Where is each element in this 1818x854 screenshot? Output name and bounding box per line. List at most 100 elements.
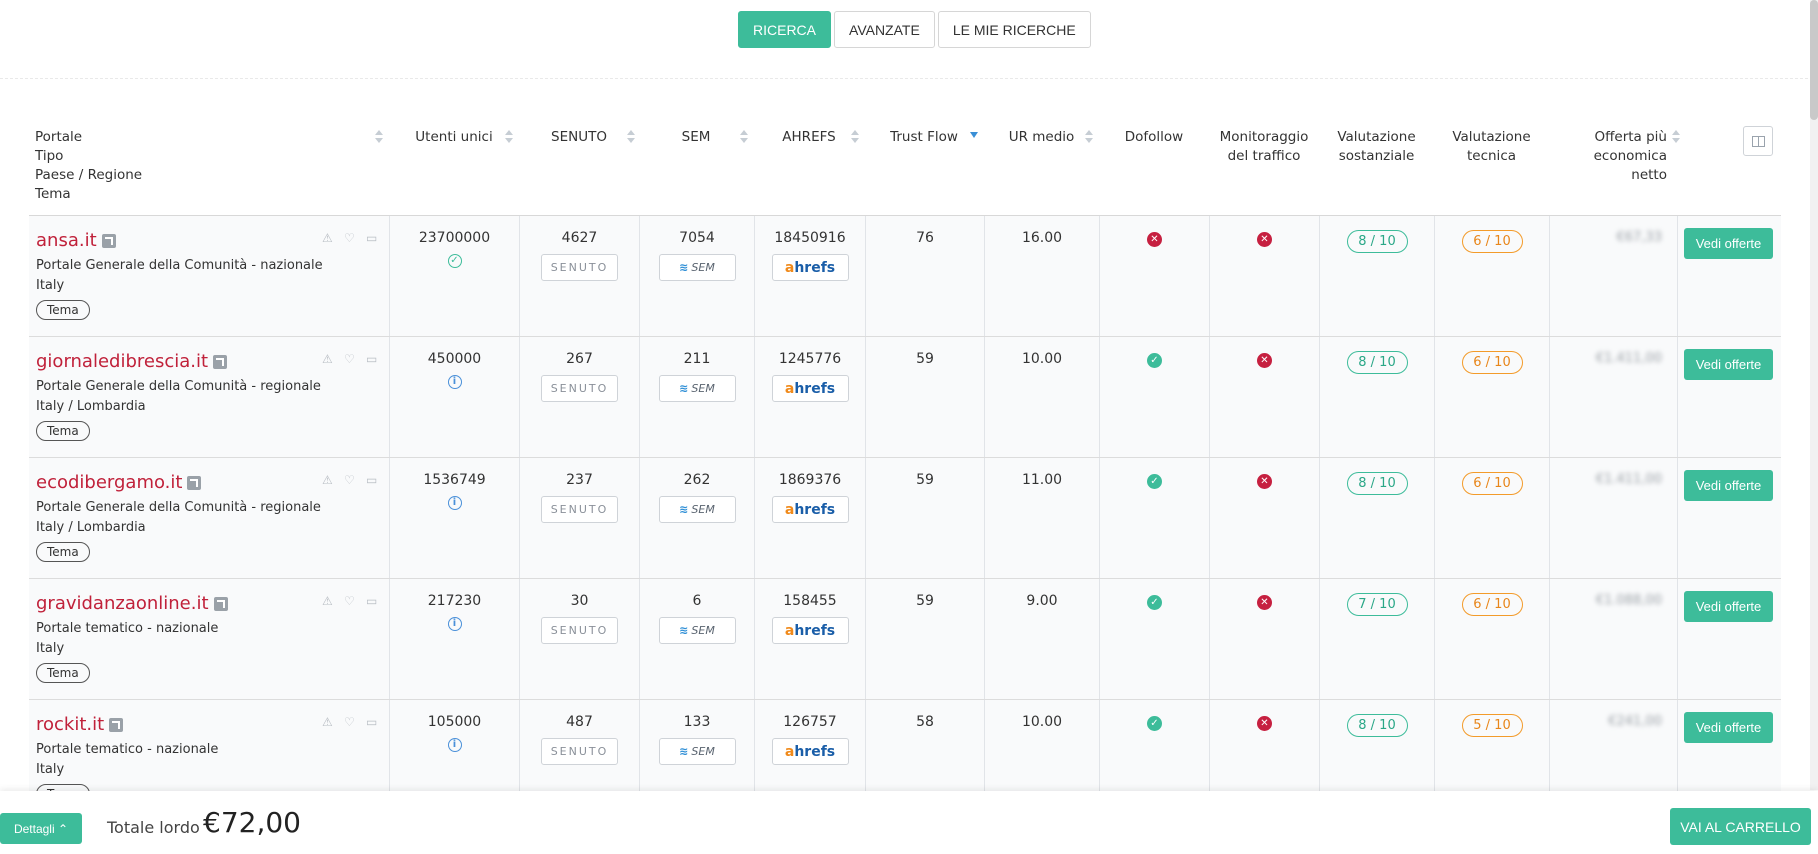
sem-logo-button[interactable]: ≋ SEM <box>658 738 736 765</box>
portal-link[interactable]: gravidanzaonline.it <box>36 593 228 614</box>
sort-senuto-icon[interactable] <box>627 130 635 144</box>
sem-logo-button[interactable]: ≋ SEM <box>658 375 736 402</box>
cell-senuto: 237 SENUTO <box>519 458 639 578</box>
details-button[interactable]: Dettagli ⌃ <box>0 813 82 844</box>
warning-icon[interactable]: ⚠ <box>322 716 335 728</box>
tab-le-mie-ricerche[interactable]: LE MIE RICERCHE <box>937 11 1091 48</box>
header-ur-medio[interactable]: UR medio <box>984 128 1099 147</box>
vedi-offerte-button[interactable]: Vedi offerte <box>1684 228 1773 259</box>
sort-ahrefs-icon[interactable] <box>851 130 859 144</box>
sem-wave-icon: ≋ <box>679 624 689 637</box>
note-icon[interactable]: ▭ <box>366 232 379 244</box>
score-badge: 7 / 10 <box>1346 593 1408 616</box>
tema-tag[interactable]: Tema <box>36 542 90 562</box>
cell-ahrefs: 158455 ahrefs <box>754 579 865 699</box>
warning-icon[interactable]: ⚠ <box>322 474 335 486</box>
cell-offerta: €1.088,00 <box>1549 579 1677 699</box>
tab-avanzate[interactable]: AVANZATE <box>834 11 935 48</box>
info-icon[interactable]: i <box>447 496 462 510</box>
blurred-price: €1.088,00 <box>1595 593 1662 608</box>
header-trust-flow[interactable]: Trust Flow <box>865 128 983 147</box>
senuto-logo-button[interactable]: SENUTO <box>541 738 618 765</box>
portal-link[interactable]: giornaledibrescia.it <box>36 351 228 372</box>
info-icon[interactable]: i <box>447 617 462 631</box>
sort-portale-icon[interactable] <box>375 130 383 144</box>
ahrefs-logo-button[interactable]: ahrefs <box>771 254 849 281</box>
columns-toggle-button[interactable] <box>1743 126 1773 156</box>
heart-icon[interactable]: ♡ <box>344 474 357 486</box>
ahrefs-logo-button[interactable]: ahrefs <box>771 375 849 402</box>
check-icon: ✓ <box>1147 595 1162 610</box>
note-icon[interactable]: ▭ <box>366 595 379 607</box>
header-offerta[interactable]: Offerta più economica netto <box>1549 128 1667 185</box>
row-actions: ⚠ ♡ ▭ <box>322 474 379 486</box>
search-tabs: RICERCA AVANZATE LE MIE RICERCHE <box>738 11 1091 48</box>
scrollbar-thumb[interactable] <box>1810 0 1818 120</box>
ahrefs-logo-button[interactable]: ahrefs <box>771 617 849 644</box>
sort-trust-flow-active-icon[interactable] <box>970 132 978 138</box>
portal-link[interactable]: ecodibergamo.it <box>36 472 202 493</box>
portal-type: Portale tematico - nazionale <box>36 742 219 757</box>
sort-offerta-icon[interactable] <box>1672 130 1680 144</box>
tema-tag[interactable]: Tema <box>36 663 90 683</box>
portal-link[interactable]: rockit.it <box>36 714 124 735</box>
portal-country: Italy / Lombardia <box>36 520 146 535</box>
portal-link[interactable]: ansa.it <box>36 230 116 251</box>
sem-logo-button[interactable]: ≋ SEM <box>658 254 736 281</box>
scrollbar[interactable] <box>1810 0 1818 790</box>
external-link-icon[interactable] <box>109 717 124 732</box>
sem-logo-button[interactable]: ≋ SEM <box>658 617 736 644</box>
external-link-icon[interactable] <box>213 596 228 611</box>
note-icon[interactable]: ▭ <box>366 716 379 728</box>
sem-wave-icon: ≋ <box>679 745 689 758</box>
header-utenti[interactable]: Utenti unici <box>389 128 519 147</box>
heart-icon[interactable]: ♡ <box>344 595 357 607</box>
header-ahrefs[interactable]: AHREFS <box>754 128 864 147</box>
external-link-icon[interactable] <box>213 354 228 369</box>
vedi-offerte-button[interactable]: Vedi offerte <box>1684 712 1773 743</box>
sort-utenti-icon[interactable] <box>505 130 513 144</box>
header-sem[interactable]: SEM <box>641 128 751 147</box>
tab-ricerca[interactable]: RICERCA <box>738 11 832 48</box>
heart-icon[interactable]: ♡ <box>344 716 357 728</box>
go-to-cart-button[interactable]: VAI AL CARRELLO <box>1670 808 1811 845</box>
senuto-logo-button[interactable]: SENUTO <box>541 254 618 281</box>
vedi-offerte-button[interactable]: Vedi offerte <box>1684 591 1773 622</box>
cell-offerta: €1.411,00 <box>1549 337 1677 457</box>
sort-sem-icon[interactable] <box>740 130 748 144</box>
header-portale[interactable]: Portale Tipo Paese / Regione Tema <box>35 128 142 204</box>
heart-icon[interactable]: ♡ <box>344 353 357 365</box>
vedi-offerte-button[interactable]: Vedi offerte <box>1684 349 1773 380</box>
header-valutazione-sostanziale: Valutazione sostanziale <box>1337 129 1416 164</box>
blurred-price: €1.411,00 <box>1595 351 1662 366</box>
sort-ur-icon[interactable] <box>1085 130 1093 144</box>
ahrefs-logo-button[interactable]: ahrefs <box>771 738 849 765</box>
cell-portale: gravidanzaonline.it Portale tematico - n… <box>29 579 389 699</box>
table-row: giornaledibrescia.it Portale Generale de… <box>29 337 1781 458</box>
external-link-icon[interactable] <box>101 233 116 248</box>
warning-icon[interactable]: ⚠ <box>322 353 335 365</box>
info-icon[interactable]: i <box>447 738 462 752</box>
heart-icon[interactable]: ♡ <box>344 232 357 244</box>
header-senuto[interactable]: SENUTO <box>519 128 639 147</box>
cell-portale: giornaledibrescia.it Portale Generale de… <box>29 337 389 457</box>
senuto-logo-button[interactable]: SENUTO <box>541 617 618 644</box>
warning-icon[interactable]: ⚠ <box>322 232 335 244</box>
cell-dofollow: ✓ <box>1099 337 1209 457</box>
note-icon[interactable]: ▭ <box>366 474 379 486</box>
sem-logo-button[interactable]: ≋ SEM <box>658 496 736 523</box>
note-icon[interactable]: ▭ <box>366 353 379 365</box>
cell-sem: 211 ≋ SEM <box>639 337 754 457</box>
external-link-icon[interactable] <box>187 475 202 490</box>
tema-tag[interactable]: Tema <box>36 421 90 441</box>
cell-trust-flow: 59 <box>865 337 984 457</box>
info-icon[interactable]: i <box>447 375 462 389</box>
senuto-logo-button[interactable]: SENUTO <box>541 375 618 402</box>
row-actions: ⚠ ♡ ▭ <box>322 353 379 365</box>
senuto-logo-button[interactable]: SENUTO <box>541 496 618 523</box>
ahrefs-logo-button[interactable]: ahrefs <box>771 496 849 523</box>
check-icon: ✓ <box>1147 474 1162 489</box>
tema-tag[interactable]: Tema <box>36 300 90 320</box>
warning-icon[interactable]: ⚠ <box>322 595 335 607</box>
vedi-offerte-button[interactable]: Vedi offerte <box>1684 470 1773 501</box>
